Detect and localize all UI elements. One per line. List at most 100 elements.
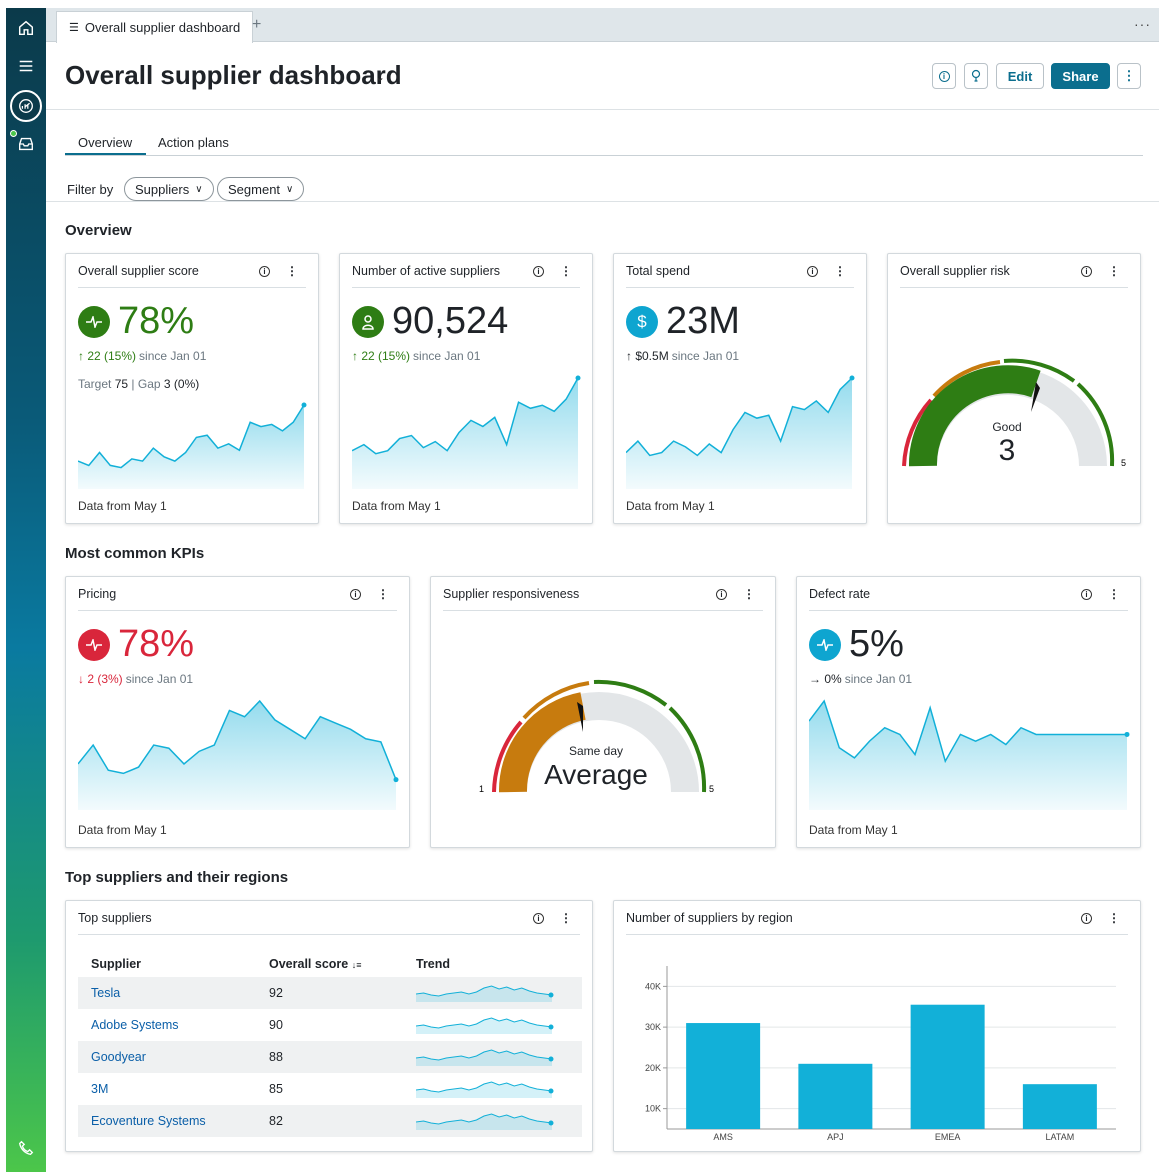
column-header-score[interactable]: Overall score ↓≡ [269, 957, 416, 971]
sort-descending-icon[interactable]: ↓≡ [352, 960, 362, 970]
card-supplier-responsiveness: Supplier responsiveness i ⋮ 1 5 Same day… [430, 576, 776, 848]
info-button[interactable]: i [932, 63, 956, 89]
card-total-spend: Total spend i ⋮ $ 23M ↑ $0.5M since Jan 0… [613, 253, 867, 524]
card-title: Defect rate [809, 587, 871, 601]
x-tick-label: EMEA [935, 1132, 961, 1142]
info-icon[interactable]: i [807, 266, 818, 277]
tab-action-plans[interactable]: Action plans [158, 135, 229, 150]
column-header-supplier[interactable]: Supplier [91, 957, 269, 971]
trend-endpoint [548, 1088, 554, 1093]
supplier-link[interactable]: 3M [91, 1082, 269, 1096]
info-icon[interactable]: i [1081, 589, 1092, 600]
info-icon[interactable]: i [350, 589, 361, 600]
list-icon[interactable] [14, 54, 38, 78]
sparkline-score [78, 402, 307, 489]
info-icon[interactable]: i [716, 589, 727, 600]
sparkline-endpoint [1124, 731, 1130, 737]
trend-sparkline [415, 1112, 554, 1130]
edit-button[interactable]: Edit [996, 63, 1044, 89]
trend-sparkline [415, 1048, 554, 1066]
menu-icon: ☰ [69, 22, 79, 34]
trend-sparkline [415, 1080, 554, 1098]
kebab-icon[interactable]: ⋮ [286, 264, 298, 278]
kebab-icon[interactable]: ⋮ [1108, 587, 1120, 601]
doc-tab-dashboard[interactable]: ☰ Overall supplier dashboard [56, 11, 254, 43]
lightbulb-button[interactable] [964, 63, 988, 89]
share-button[interactable]: Share [1051, 63, 1110, 89]
bar-emea[interactable] [910, 1004, 985, 1129]
table-row[interactable]: 3M 85 [78, 1073, 582, 1105]
table-row[interactable]: Tesla 92 [78, 977, 582, 1009]
info-icon[interactable]: i [533, 913, 544, 924]
delta-text: since Jan 01 [125, 672, 194, 686]
delta-value: ↑ 22 (15%) [352, 349, 411, 363]
home-icon[interactable] [14, 16, 38, 40]
sparkline-spend [626, 375, 855, 489]
supplier-link[interactable]: Adobe Systems [91, 1018, 269, 1032]
phone-icon[interactable] [14, 1136, 38, 1160]
footer-note: Data from May 1 [626, 499, 715, 513]
info-icon[interactable]: i [1081, 913, 1092, 924]
inbox-icon[interactable] [14, 132, 38, 156]
card-overall-supplier-score: Overall supplier score i ⋮ 78% ↑ 22 (15%… [65, 253, 319, 524]
info-icon[interactable]: i [533, 266, 544, 277]
new-tab-icon[interactable]: + [252, 16, 261, 34]
table-row[interactable]: Ecoventure Systems 82 [78, 1105, 582, 1137]
trend-endpoint [548, 1120, 554, 1125]
more-horizontal-icon[interactable]: ··· [1134, 16, 1151, 32]
info-icon[interactable]: i [1081, 266, 1092, 277]
info-icon[interactable]: i [259, 266, 270, 277]
kebab-icon[interactable]: ⋮ [560, 264, 572, 278]
footer-note: Data from May 1 [78, 499, 167, 513]
table-header: Supplier Overall score ↓≡ Trend [78, 951, 582, 977]
card-defect-rate: Defect rate i ⋮ 5% → 0% since Jan 01 Data… [796, 576, 1141, 848]
gap-value: 3 (0%) [163, 377, 200, 391]
y-tick-label: 30K [645, 1022, 661, 1032]
kebab-icon[interactable]: ⋮ [743, 587, 755, 601]
bar-latam[interactable] [1022, 1084, 1097, 1129]
score-cell: 85 [269, 1082, 283, 1096]
footer-note: Data from May 1 [352, 499, 441, 513]
card-pricing: Pricing i ⋮ 78% ↓ 2 (3%) since Jan 01 Dat… [65, 576, 410, 848]
kpi-value: 78% [118, 300, 195, 342]
page-title: Overall supplier dashboard [65, 60, 402, 90]
table-row[interactable]: Goodyear 88 [78, 1041, 582, 1073]
dashboard-icon[interactable] [10, 90, 42, 122]
sparkline-area [626, 378, 852, 489]
more-button[interactable]: ⋮ [1117, 63, 1141, 89]
trend-sparkline [415, 984, 554, 1002]
dollar-icon: $ [626, 305, 658, 338]
delta-value: ↓ 2 (3%) [78, 672, 123, 686]
delta-text: since Jan 01 [139, 349, 207, 363]
filter-suppliers-label: Suppliers [135, 181, 190, 197]
kebab-icon[interactable]: ⋮ [1108, 911, 1120, 925]
x-tick-label: LATAM [1046, 1132, 1075, 1142]
sparkline-endpoint [393, 777, 399, 783]
filter-segment[interactable]: Segment ∨ [217, 177, 305, 201]
filter-suppliers[interactable]: Suppliers ∨ [124, 177, 214, 201]
card-title: Total spend [626, 264, 690, 278]
card-active-suppliers: Number of active suppliers i ⋮ 90,524 ↑ … [339, 253, 593, 524]
section-title-top-suppliers: Top suppliers and their regions [65, 869, 289, 886]
supplier-link[interactable]: Ecoventure Systems [91, 1114, 269, 1128]
tab-overview[interactable]: Overview [78, 135, 132, 150]
kebab-icon[interactable]: ⋮ [834, 264, 846, 278]
sparkline-endpoint [575, 375, 581, 381]
supplier-link[interactable]: Tesla [91, 986, 269, 1000]
gap-label: Gap [137, 377, 161, 391]
bar-ams[interactable] [686, 1023, 761, 1129]
kpi-value: 78% [118, 623, 195, 665]
kebab-icon[interactable]: ⋮ [377, 587, 389, 601]
table-row[interactable]: Adobe Systems 90 [78, 1009, 582, 1041]
kpi-value: 23M [666, 300, 740, 342]
kpi-value: 5% [849, 623, 904, 665]
bar-apj[interactable] [798, 1063, 873, 1129]
person-icon [352, 305, 384, 338]
sparkline-endpoint [849, 375, 855, 381]
chevron-down-icon[interactable]: ⌄ [375, 70, 385, 84]
supplier-link[interactable]: Goodyear [91, 1050, 269, 1064]
top-suppliers-table: Supplier Overall score ↓≡ Trend Tesla 92… [78, 951, 582, 1137]
kebab-icon[interactable]: ⋮ [560, 911, 572, 925]
card-title: Overall supplier score [78, 264, 199, 278]
kebab-icon[interactable]: ⋮ [1108, 264, 1120, 278]
